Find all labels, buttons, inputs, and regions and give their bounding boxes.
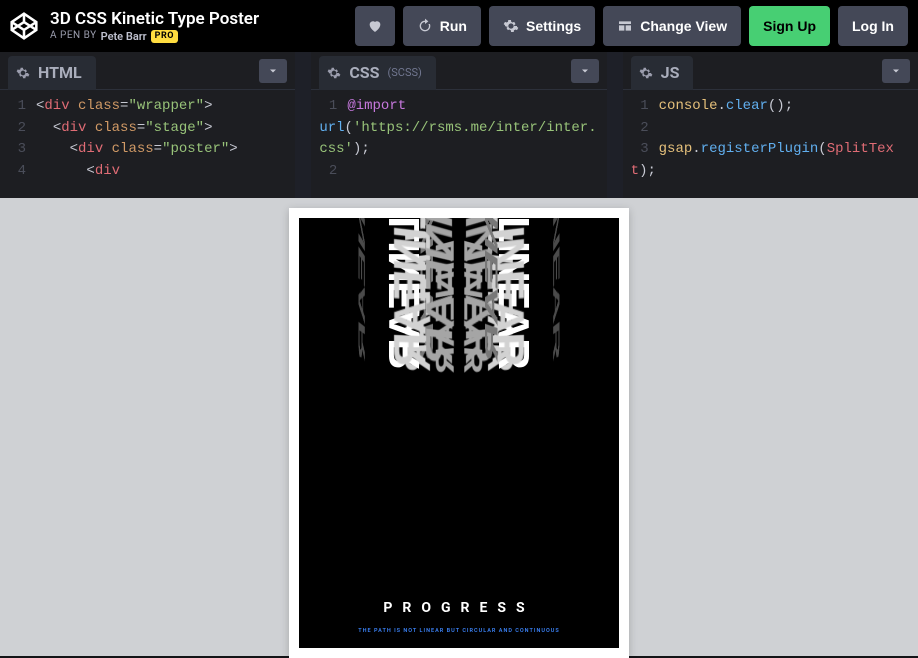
pen-title-block: 3D CSS Kinetic Type Poster A PEN BY Pete…: [50, 9, 347, 43]
editor-tab-html[interactable]: HTML: [8, 56, 96, 90]
gear-icon: [327, 66, 341, 80]
preview-pane: LINEARLINEARLINEARLINEARLINEARLINEARLINE…: [0, 198, 918, 656]
change-view-label: Change View: [640, 18, 727, 34]
editor-row: HTML 1<div class="wrapper">2 <div class=…: [0, 52, 918, 198]
run-label: Run: [440, 18, 467, 34]
chevron-down-icon: [579, 65, 591, 77]
settings-button[interactable]: Settings: [489, 6, 595, 46]
gear-icon: [16, 66, 30, 80]
editor-collapse-js[interactable]: [882, 59, 910, 83]
heart-icon: [367, 18, 383, 34]
code-line: 1@import url('https://rsms.me/inter/inte…: [319, 96, 598, 161]
editor-header-js: JS: [623, 52, 918, 90]
code-line: 1console.clear();: [631, 96, 910, 118]
code-line: 1<div class="wrapper">: [8, 96, 287, 118]
poster-frame: LINEARLINEARLINEARLINEARLINEARLINEARLINE…: [289, 208, 629, 658]
editor-header-html: HTML: [0, 52, 295, 90]
author-link[interactable]: Pete Barr: [101, 30, 147, 43]
editor-name-html: HTML: [38, 63, 82, 82]
code-line: 2: [631, 118, 910, 140]
chevron-down-icon: [267, 65, 279, 77]
editor-preprocessor-css: (SCSS): [388, 66, 422, 79]
code-js[interactable]: 1console.clear();23gsap.registerPlugin(S…: [623, 90, 918, 198]
pen-title: 3D CSS Kinetic Type Poster: [50, 9, 347, 29]
run-button[interactable]: Run: [403, 6, 481, 46]
settings-label: Settings: [526, 18, 581, 34]
chevron-down-icon: [890, 65, 902, 77]
gear-icon: [503, 18, 519, 34]
editor-header-css: CSS (SCSS): [311, 52, 606, 90]
byline-prefix: A PEN BY: [50, 30, 97, 42]
love-button[interactable]: [355, 6, 395, 46]
code-html[interactable]: 1<div class="wrapper">2 <div class="stag…: [0, 90, 295, 198]
gear-icon: [639, 66, 653, 80]
editor-tab-js[interactable]: JS: [631, 56, 694, 90]
code-line: 4 <div: [8, 161, 287, 183]
code-line: 3 <div class="poster">: [8, 139, 287, 161]
pen-byline: A PEN BY Pete Barr PRO: [50, 30, 347, 43]
poster-title: PROGRESS: [383, 600, 534, 616]
codepen-logo-icon[interactable]: [10, 12, 38, 40]
editor-name-css: CSS: [349, 63, 379, 82]
code-line: 2: [319, 161, 598, 183]
layout-icon: [617, 18, 633, 34]
app-header: 3D CSS Kinetic Type Poster A PEN BY Pete…: [0, 0, 918, 52]
poster-subtitle: THE PATH IS NOT LINEAR BUT CIRCULAR AND …: [358, 628, 559, 634]
signup-button[interactable]: Sign Up: [749, 6, 830, 46]
code-line: 3gsap.registerPlugin(SplitTex t);: [631, 139, 910, 182]
code-line: 2 <div class="stage">: [8, 118, 287, 140]
editor-collapse-css[interactable]: [571, 59, 599, 83]
editor-html: HTML 1<div class="wrapper">2 <div class=…: [0, 52, 295, 198]
editor-js: JS 1console.clear();23gsap.registerPlugi…: [623, 52, 918, 198]
code-css[interactable]: 1@import url('https://rsms.me/inter/inte…: [311, 90, 606, 198]
pro-badge: PRO: [151, 30, 178, 43]
login-button[interactable]: Log In: [838, 6, 908, 46]
editor-css: CSS (SCSS) 1@import url('https://rsms.me…: [311, 52, 606, 198]
change-view-button[interactable]: Change View: [603, 6, 741, 46]
reload-icon: [417, 18, 433, 34]
editor-tab-css[interactable]: CSS (SCSS): [319, 56, 436, 90]
kinetic-stage: LINEARLINEARLINEARLINEARLINEARLINEARLINE…: [299, 268, 619, 533]
login-label: Log In: [852, 18, 894, 34]
signup-label: Sign Up: [763, 18, 816, 34]
editor-collapse-html[interactable]: [259, 59, 287, 83]
poster: LINEARLINEARLINEARLINEARLINEARLINEARLINE…: [299, 218, 619, 648]
editor-name-js: JS: [661, 63, 680, 82]
